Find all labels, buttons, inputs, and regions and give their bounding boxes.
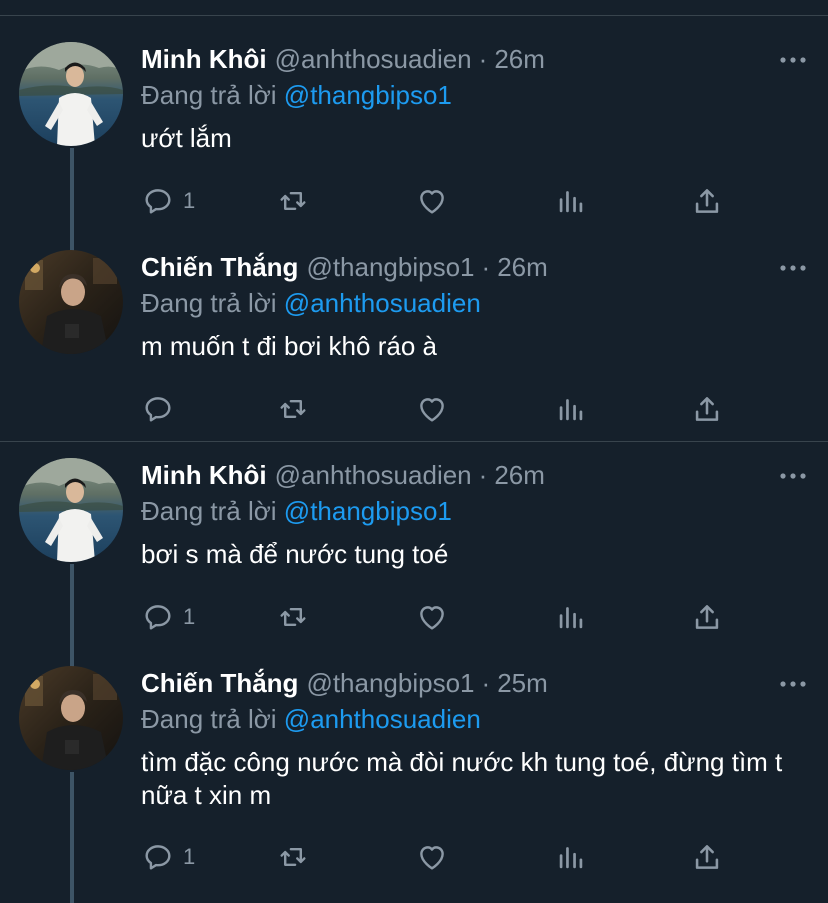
separator-dot: · — [481, 251, 491, 282]
top-divider — [0, 15, 828, 16]
tweet-header: Minh Khôi @anhthosuadien · 26m — [141, 42, 808, 76]
views-button[interactable] — [554, 840, 588, 874]
more-dots-icon[interactable] — [778, 464, 808, 488]
comment-icon — [141, 840, 175, 874]
tweet-text: m muốn t đi bơi khô ráo à — [141, 331, 437, 361]
retweet-button[interactable] — [276, 392, 310, 426]
user-handle[interactable]: @thangbipso1 — [306, 252, 474, 283]
share-icon — [690, 600, 724, 634]
timestamp[interactable]: 26m — [494, 44, 545, 75]
bar-chart-icon — [554, 600, 588, 634]
thread-divider — [0, 441, 828, 442]
reply-button[interactable] — [141, 392, 183, 426]
display-name[interactable]: Minh Khôi — [141, 44, 267, 75]
mention-link[interactable]: @anhthosuadien — [284, 288, 481, 318]
replying-to-label: Đang trả lời — [141, 496, 277, 526]
retweet-button[interactable] — [276, 600, 310, 634]
tweet-content: Minh Khôi @anhthosuadien · 26m Đang trả … — [141, 458, 808, 571]
views-button[interactable] — [554, 184, 588, 218]
like-button[interactable] — [415, 184, 449, 218]
like-button[interactable] — [415, 392, 449, 426]
user-handle[interactable]: @thangbipso1 — [306, 668, 474, 699]
user-handle[interactable]: @anhthosuadien — [275, 44, 472, 75]
share-icon — [690, 184, 724, 218]
share-button[interactable] — [690, 840, 724, 874]
retweet-button[interactable] — [276, 184, 310, 218]
avatar[interactable] — [19, 666, 123, 770]
avatar[interactable] — [19, 42, 123, 146]
share-button[interactable] — [690, 600, 724, 634]
avatar[interactable] — [19, 458, 123, 562]
comment-icon — [141, 392, 175, 426]
bar-chart-icon — [554, 392, 588, 426]
display-name[interactable]: Minh Khôi — [141, 460, 267, 491]
share-icon — [690, 840, 724, 874]
replying-to-label: Đang trả lời — [141, 288, 277, 318]
thread-connector-line — [70, 148, 74, 253]
more-dots-icon[interactable] — [778, 672, 808, 696]
tweet-text: ướt lắm — [141, 123, 232, 153]
retweet-icon — [276, 600, 310, 634]
replying-to: Đang trả lời @anhthosuadien — [141, 286, 808, 320]
heart-icon — [415, 600, 449, 634]
like-button[interactable] — [415, 600, 449, 634]
retweet-button[interactable] — [276, 840, 310, 874]
reply-count: 1 — [183, 844, 196, 869]
tweet-content: Chiến Thắng @thangbipso1 · 25m Đang trả … — [141, 666, 808, 812]
heart-icon — [415, 840, 449, 874]
like-button[interactable] — [415, 840, 449, 874]
tweet-content: Chiến Thắng @thangbipso1 · 26m Đang trả … — [141, 250, 808, 363]
separator-dot: · — [478, 43, 488, 74]
share-button[interactable] — [690, 184, 724, 218]
timestamp[interactable]: 25m — [497, 668, 548, 699]
reply-button[interactable]: 1 — [141, 840, 195, 874]
thread-connector-line — [70, 772, 74, 903]
user-handle[interactable]: @anhthosuadien — [275, 460, 472, 491]
display-name[interactable]: Chiến Thắng — [141, 252, 298, 283]
replying-to: Đang trả lời @thangbipso1 — [141, 78, 808, 112]
views-button[interactable] — [554, 392, 588, 426]
tweet-text: tìm đặc công nước mà đòi nước kh tung to… — [141, 747, 783, 810]
retweet-icon — [276, 840, 310, 874]
avatar[interactable] — [19, 250, 123, 354]
tweet-header: Chiến Thắng @thangbipso1 · 25m — [141, 666, 808, 700]
thread-connector-line — [70, 564, 74, 669]
replying-to-label: Đang trả lời — [141, 704, 277, 734]
separator-dot: · — [481, 667, 491, 698]
retweet-icon — [276, 392, 310, 426]
comment-icon — [141, 600, 175, 634]
tweet-text: bơi s mà để nước tung toé — [141, 539, 449, 569]
reply-button[interactable]: 1 — [141, 600, 195, 634]
share-button[interactable] — [690, 392, 724, 426]
timestamp[interactable]: 26m — [494, 460, 545, 491]
reply-count: 1 — [183, 188, 196, 213]
more-dots-icon[interactable] — [778, 256, 808, 280]
share-icon — [690, 392, 724, 426]
heart-icon — [415, 392, 449, 426]
replying-to: Đang trả lời @anhthosuadien — [141, 702, 808, 736]
mention-link[interactable]: @thangbipso1 — [284, 80, 452, 110]
comment-icon — [141, 184, 175, 218]
views-button[interactable] — [554, 600, 588, 634]
more-dots-icon[interactable] — [778, 48, 808, 72]
tweet-header: Chiến Thắng @thangbipso1 · 26m — [141, 250, 808, 284]
mention-link[interactable]: @thangbipso1 — [284, 496, 452, 526]
separator-dot: · — [478, 459, 488, 490]
bar-chart-icon — [554, 184, 588, 218]
tweet-header: Minh Khôi @anhthosuadien · 26m — [141, 458, 808, 492]
timestamp[interactable]: 26m — [497, 252, 548, 283]
replying-to-label: Đang trả lời — [141, 80, 277, 110]
reply-button[interactable]: 1 — [141, 184, 195, 218]
tweet-content: Minh Khôi @anhthosuadien · 26m Đang trả … — [141, 42, 808, 155]
reply-count: 1 — [183, 604, 196, 629]
bar-chart-icon — [554, 840, 588, 874]
mention-link[interactable]: @anhthosuadien — [284, 704, 481, 734]
replying-to: Đang trả lời @thangbipso1 — [141, 494, 808, 528]
heart-icon — [415, 184, 449, 218]
retweet-icon — [276, 184, 310, 218]
display-name[interactable]: Chiến Thắng — [141, 668, 298, 699]
